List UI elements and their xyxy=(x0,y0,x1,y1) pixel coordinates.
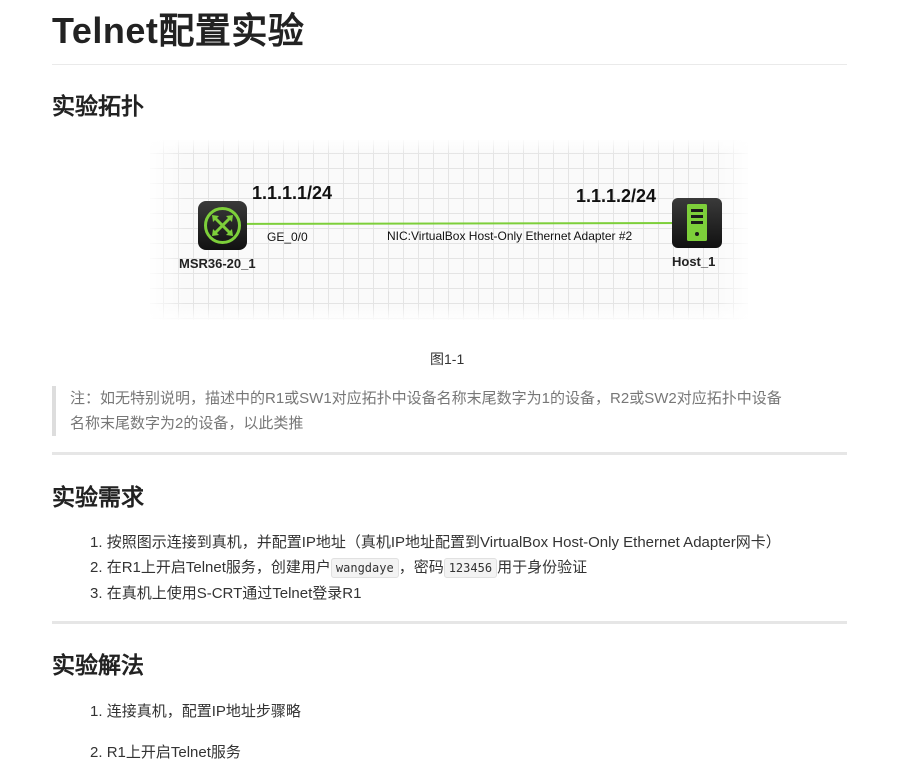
router-ip-label: 1.1.1.1/24 xyxy=(252,183,333,203)
section-divider xyxy=(52,621,847,624)
solution-list: 1. 连接真机，配置IP地址步骤略 2. R1上开启Telnet服务 xyxy=(90,699,301,765)
page-title: Telnet配置实验 xyxy=(52,10,305,51)
note-line-2: 名称末尾数字为2的设备，以此类推 xyxy=(70,415,304,432)
router-port-label: GE_0/0 xyxy=(267,230,308,244)
topology-figure: 1.1.1.1/24 1.1.1.2/24 GE_0/0 NIC:Virtual… xyxy=(150,140,748,320)
list-item: 2. 在R1上开启Telnet服务，创建用户 wangdaye ，密码 123456 用… xyxy=(90,558,588,578)
host-name-label: Host_1 xyxy=(672,254,716,269)
note-line-1: 注：如无特别说明，描述中的R1或SW1对应拓扑中设备名称末尾数字为1的设备，R2… xyxy=(70,390,782,407)
list-item: 1. 按照图示连接到真机，并配置IP地址（真机IP地址配置到VirtualBox… xyxy=(90,534,781,551)
list-item: 3. 在真机上使用S-CRT通过Telnet登录R1 xyxy=(90,585,362,602)
router-name-label: MSR36-20_1 xyxy=(179,256,256,271)
password-code: 123456 xyxy=(443,558,498,578)
topology-heading: 实验拓扑 xyxy=(52,93,144,119)
requirements-list: 1. 按照图示连接到真机，并配置IP地址（真机IP地址配置到VirtualBox… xyxy=(90,530,781,606)
note-blockquote: 注：如无特别说明，描述中的R1或SW1对应拓扑中设备名称末尾数字为1的设备，R2… xyxy=(52,386,847,436)
requirements-heading: 实验需求 xyxy=(52,484,144,510)
section-divider xyxy=(52,452,847,455)
router-icon xyxy=(198,201,247,250)
figure-caption: 图1-1 xyxy=(430,351,465,367)
host-ip-label: 1.1.1.2/24 xyxy=(576,186,657,206)
list-item: 2. R1上开启Telnet服务 xyxy=(90,744,241,761)
host-nic-label: NIC:VirtualBox Host-Only Ethernet Adapte… xyxy=(387,229,633,243)
server-icon xyxy=(672,198,722,248)
username-code: wangdaye xyxy=(330,558,399,578)
list-item: 1. 连接真机，配置IP地址步骤略 xyxy=(90,703,301,720)
title-divider xyxy=(52,64,847,65)
solution-heading: 实验解法 xyxy=(52,652,144,678)
